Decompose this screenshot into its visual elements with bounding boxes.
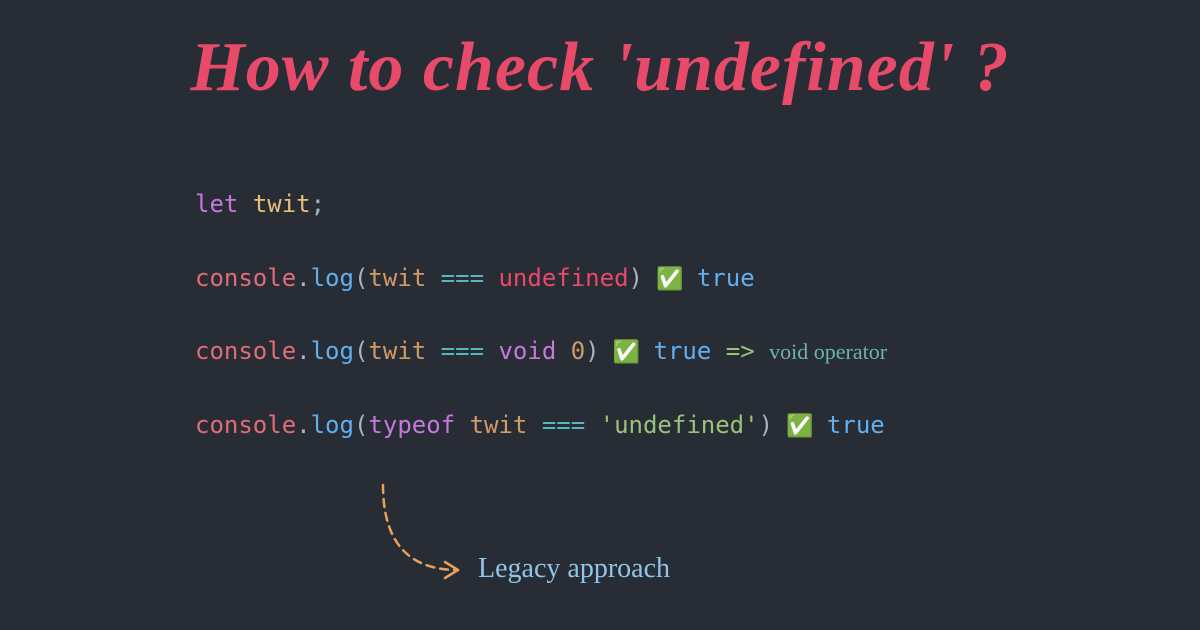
token-void: void	[498, 337, 556, 365]
token-dot: .	[296, 337, 310, 365]
token-rparen: )	[585, 337, 599, 365]
token-true: true	[827, 411, 885, 439]
token-space	[556, 337, 570, 365]
token-zero: 0	[571, 337, 585, 365]
check-icon: ✅	[773, 414, 827, 439]
token-rparen: )	[759, 411, 773, 439]
code-line-3: console.log(twit === void 0) ✅ true => v…	[195, 335, 887, 369]
token-true: true	[654, 337, 712, 365]
code-line-1: let twit;	[195, 188, 887, 222]
token-log: log	[311, 411, 354, 439]
token-string-undefined: 'undefined'	[600, 411, 759, 439]
token-console: console	[195, 337, 296, 365]
annotation-legacy-approach: Legacy approach	[478, 553, 670, 585]
legacy-arrow-icon	[353, 480, 483, 590]
token-dot: .	[296, 264, 310, 292]
slide-title: How to check 'undefined' ?	[0, 28, 1200, 108]
token-strict-eq: ===	[426, 264, 498, 292]
token-console: console	[195, 411, 296, 439]
token-console: console	[195, 264, 296, 292]
token-log: log	[311, 337, 354, 365]
token-undefined: undefined	[498, 264, 628, 292]
check-icon: ✅	[643, 267, 697, 292]
code-line-2: console.log(twit === undefined) ✅ true	[195, 262, 887, 296]
token-rparen: )	[629, 264, 643, 292]
token-ident-twit: twit	[253, 190, 311, 218]
token-param-twit: twit	[368, 264, 426, 292]
code-line-4: console.log(typeof twit === 'undefined')…	[195, 409, 887, 443]
check-icon: ✅	[600, 340, 654, 365]
token-true: true	[697, 264, 755, 292]
token-strict-eq: ===	[527, 411, 599, 439]
token-param-twit: twit	[368, 337, 426, 365]
token-param-twit: twit	[470, 411, 528, 439]
annotation-void-operator: void operator	[769, 339, 887, 364]
token-strict-eq: ===	[426, 337, 498, 365]
token-lparen: (	[354, 337, 368, 365]
token-keyword-let: let	[195, 190, 238, 218]
token-dot: .	[296, 411, 310, 439]
code-block: let twit; console.log(twit === undefined…	[195, 188, 887, 443]
token-space	[455, 411, 469, 439]
token-typeof: typeof	[368, 411, 455, 439]
token-arrow: =>	[711, 337, 769, 365]
token-log: log	[311, 264, 354, 292]
token-lparen: (	[354, 411, 368, 439]
token-lparen: (	[354, 264, 368, 292]
token-semicolon: ;	[311, 190, 325, 218]
